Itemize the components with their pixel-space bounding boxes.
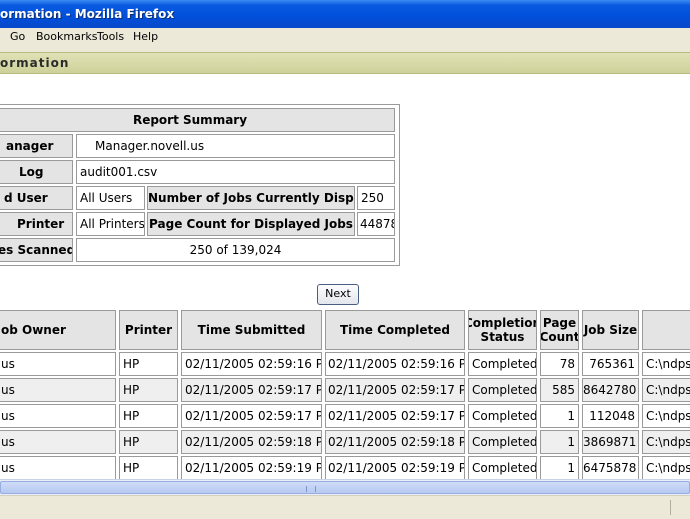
col-header-submitted-label: Time Submitted: [197, 323, 306, 337]
menu-go[interactable]: Go: [10, 30, 25, 43]
scrollbar-thumb[interactable]: [0, 481, 690, 494]
cell-pages: 1: [540, 456, 579, 480]
cell-completed: 02/11/2005 02:59:17 PM: [325, 404, 465, 428]
jobs-displayed-label: Number of Jobs Currently Displayed: [147, 186, 355, 210]
menu-help[interactable]: Help: [133, 30, 158, 43]
cell-completed: 02/11/2005 02:59:19 PM: [325, 456, 465, 480]
menu-bookmarks[interactable]: Bookmarks: [36, 30, 97, 43]
cell-path: C:\ndps\: [642, 430, 690, 454]
cell-owner: us: [0, 378, 116, 402]
cell-path: C:\ndps\: [642, 456, 690, 480]
cell-status: Completed: [468, 456, 537, 480]
entries-scanned-value: 250 of 139,024: [76, 238, 395, 262]
user-label: d User: [0, 186, 73, 210]
entries-scanned-label: ries Scanned: [0, 238, 73, 262]
cell-pages: 1: [540, 430, 579, 454]
cell-completed: 02/11/2005 02:59:17 PM: [325, 378, 465, 402]
user-value: All Users: [76, 186, 145, 210]
cell-owner: us: [0, 430, 116, 454]
cell-printer: HP: [119, 430, 178, 454]
cell-pages: 585: [540, 378, 579, 402]
page-count-label: Page Count for Displayed Jobs: [147, 212, 355, 236]
cell-path: C:\ndps\: [642, 404, 690, 428]
col-header-completed: Time Completed: [325, 310, 465, 350]
scrollbar-grip-icon: [306, 486, 316, 492]
window-title-bar: ormation - Mozilla Firefox: [0, 0, 690, 28]
manager-value: Manager.novell.us: [76, 134, 395, 158]
col-header-size: Job Size: [582, 310, 639, 350]
cell-printer: HP: [119, 404, 178, 428]
cell-status: Completed: [468, 378, 537, 402]
cell-status: Completed: [468, 404, 537, 428]
cell-owner: us: [0, 352, 116, 376]
col-header-size-label: Job Size: [583, 323, 638, 337]
page-header: ormation: [0, 52, 690, 74]
manager-label: anager: [0, 134, 73, 158]
cell-submitted: 02/11/2005 02:59:17 PM: [181, 404, 322, 428]
col-header-pages-line2: Count: [540, 330, 579, 344]
cell-submitted: 02/11/2005 02:59:17 PM: [181, 378, 322, 402]
status-bar: [0, 495, 690, 519]
col-header-printer-label: Printer: [124, 323, 173, 337]
col-header-status-line2: Status: [480, 330, 525, 344]
col-header-printer: Printer: [119, 310, 178, 350]
printer-label: Printer: [0, 212, 73, 236]
col-header-owner: ob Owner: [0, 310, 116, 350]
cell-printer: HP: [119, 456, 178, 480]
cell-completed: 02/11/2005 02:59:18 PM: [325, 430, 465, 454]
cell-pages: 78: [540, 352, 579, 376]
summary-heading: Report Summary: [0, 108, 395, 132]
cell-owner: us: [0, 404, 116, 428]
cell-size: 3869871: [582, 430, 639, 454]
col-header-status: Completion Status: [468, 310, 537, 350]
col-header-owner-label: ob Owner: [1, 323, 66, 337]
log-value: audit001.csv: [76, 160, 395, 184]
printer-value: All Printers: [76, 212, 145, 236]
page-title: ormation: [0, 56, 70, 70]
cell-size: 112048: [582, 404, 639, 428]
cell-pages: 1: [540, 404, 579, 428]
report-summary: Report Summary anager Manager.novell.us …: [0, 104, 400, 266]
menu-tools[interactable]: Tools: [97, 30, 124, 43]
window-title: ormation - Mozilla Firefox: [0, 7, 175, 21]
col-header-completed-label: Time Completed: [340, 323, 450, 337]
status-bar-divider: [670, 500, 671, 515]
cell-printer: HP: [119, 352, 178, 376]
cell-size: 8642780: [582, 378, 639, 402]
next-button[interactable]: Next: [317, 284, 359, 305]
cell-printer: HP: [119, 378, 178, 402]
cell-submitted: 02/11/2005 02:59:18 PM: [181, 430, 322, 454]
cell-path: C:\ndps\: [642, 378, 690, 402]
col-header-pages-line1: Page: [542, 316, 577, 330]
cell-size: 6475878: [582, 456, 639, 480]
page-count-value: 44878: [357, 212, 395, 236]
menu-bar: Go Bookmarks Tools Help: [0, 28, 690, 47]
col-header-pages: Page Count: [540, 310, 579, 350]
cell-submitted: 02/11/2005 02:59:19 PM: [181, 456, 322, 480]
cell-status: Completed: [468, 430, 537, 454]
col-header-path: [642, 310, 690, 350]
log-label: Log: [0, 160, 73, 184]
cell-completed: 02/11/2005 02:59:16 PM: [325, 352, 465, 376]
cell-size: 765361: [582, 352, 639, 376]
col-header-submitted: Time Submitted: [181, 310, 322, 350]
horizontal-scrollbar[interactable]: [0, 479, 690, 496]
cell-submitted: 02/11/2005 02:59:16 PM: [181, 352, 322, 376]
cell-path: C:\ndps\: [642, 352, 690, 376]
col-header-status-line1: Completion: [468, 316, 536, 330]
cell-status: Completed: [468, 352, 537, 376]
jobs-displayed-value: 250: [357, 186, 395, 210]
cell-owner: us: [0, 456, 116, 480]
